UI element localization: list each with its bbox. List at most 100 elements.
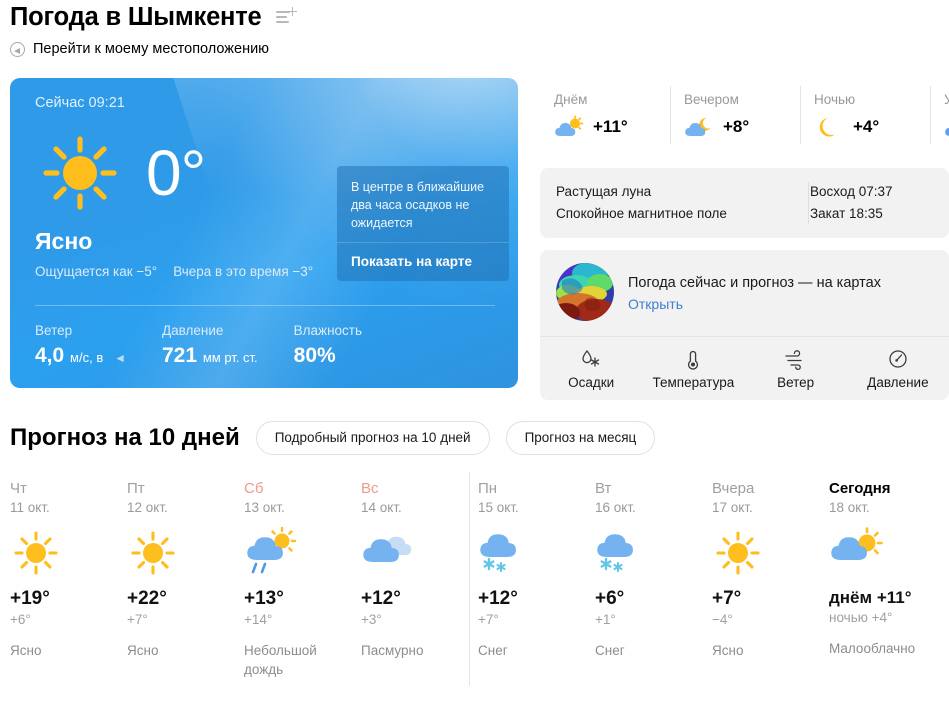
sun-icon [10, 524, 121, 582]
forecast-day-today[interactable]: Сегодня 18 окт. днём +11° ночью +4° Мало… [829, 480, 946, 679]
geolocation-link[interactable]: Перейти к моему местоположению [10, 41, 296, 57]
day-part-label: У [944, 92, 949, 107]
stat-wind-value: 4,0 м/с, в ◄ [35, 344, 126, 368]
day-part-label: Днём [554, 92, 588, 107]
current-time-label: Сейчас 09:21 [35, 95, 125, 111]
weather-page: Погода в Шымкенте Перейти к моему местоп… [0, 0, 949, 703]
forecast-day[interactable]: Пт 12 окт. +22° +7° Ясно [127, 480, 244, 679]
sun-cloud-rain-icon [244, 524, 355, 582]
day-temp-min: +14° [244, 612, 273, 627]
cloud-overcast-icon [361, 524, 472, 582]
day-part-day[interactable]: Днём +11° [540, 78, 670, 156]
day-part-temp: +8° [723, 117, 750, 136]
pressure-unit: мм рт. ст. [202, 350, 258, 365]
divider [808, 182, 809, 224]
day-condition: Пасмурно [361, 643, 424, 658]
forecast-title: Прогноз на 10 дней [10, 424, 240, 451]
day-temp-min: +6° [10, 612, 31, 627]
stat-wind-label: Ветер [35, 323, 73, 338]
day-temp-max: +19° [10, 588, 50, 609]
sun-behind-cloud-icon [554, 115, 584, 138]
day-of-week: Сегодня [829, 480, 891, 497]
day-temp-min: ночью +4° [829, 610, 893, 625]
day-date: 13 окт. [244, 500, 285, 515]
forecast-day[interactable]: Сб 13 окт. +13° +14° Небольшой дождь [244, 480, 361, 679]
list-add-icon[interactable] [275, 7, 297, 28]
day-condition: Небольшой дождь [244, 643, 317, 677]
forecast-days: Чт 11 окт. +19° +6° Ясно Пт 12 окт. +22°… [10, 472, 949, 686]
day-of-week: Пн [478, 480, 498, 497]
stat-pressure-value: 721 мм рт. ст. [162, 344, 258, 368]
detailed-forecast-button[interactable]: Подробный прогноз на 10 дней [255, 421, 490, 455]
forecast-day[interactable]: Вс 14 окт. +12° +3° Пасмурно [361, 480, 478, 679]
day-date: 17 окт. [712, 500, 753, 515]
map-layer-temperature[interactable]: Температура [642, 346, 744, 390]
page-title: Погода в Шымкенте [10, 3, 262, 31]
day-temp-min: +3° [361, 612, 382, 627]
day-condition: Малооблачно [829, 641, 916, 656]
yesterday-temp: Вчера в это время −3° [173, 264, 314, 279]
magnetic-field: Спокойное магнитное поле [556, 206, 727, 221]
wind-icon [745, 346, 847, 372]
forecast-day[interactable]: Чт 11 окт. +19° +6° Ясно [10, 480, 127, 679]
current-main-row: 0° [32, 125, 206, 221]
moon-phase: Растущая луна [556, 184, 652, 199]
maps-open-link[interactable]: Открыть [628, 296, 881, 312]
stat-humidity-label: Влажность [293, 323, 363, 338]
sunset-time: Закат 18:35 [810, 206, 883, 221]
day-condition: Ясно [127, 643, 159, 658]
feels-like: Ощущается как −5° [35, 264, 158, 279]
location-arrow-icon [10, 41, 25, 57]
month-forecast-button[interactable]: Прогноз на месяц [505, 421, 656, 455]
map-layer-label: Давление [867, 375, 929, 390]
map-layer-row: Осадки Температура Ветер Давление [540, 336, 949, 400]
precipitation-text: В центре в ближайшие два часа осадков не… [351, 180, 485, 230]
day-condition: Снег [478, 643, 508, 658]
day-temp-max: +6° [595, 588, 625, 609]
right-column: Днём +11° Вечером +8° Ночью +4° У Растущ… [540, 78, 949, 400]
day-of-week: Сб [244, 480, 264, 497]
moon-behind-cloud-icon [684, 116, 714, 138]
forecast-day[interactable]: Вт 16 окт. +6° +1° Снег [595, 480, 712, 679]
day-part-label: Вечером [684, 92, 739, 107]
map-layer-wind[interactable]: Ветер [745, 346, 847, 390]
sunrise-time: Восход 07:37 [810, 184, 893, 199]
day-temp-min: +1° [595, 612, 616, 627]
sun-behind-cloud-icon [829, 524, 940, 582]
wind-speed: 4,0 [35, 344, 65, 367]
precipitation-tooltip: В центре в ближайшие два часа осадков не… [337, 166, 509, 281]
day-part-temp: +4° [853, 117, 880, 136]
weather-globe-icon [556, 263, 614, 321]
maps-card-title: Погода сейчас и прогноз — на картах [628, 274, 881, 291]
humidity-value: 80% [293, 344, 336, 367]
forecast-day[interactable]: Вчера 17 окт. +7° −4° Ясно [712, 480, 829, 679]
map-layer-label: Ветер [777, 375, 815, 390]
day-of-week: Вчера [712, 480, 755, 497]
day-of-week: Вт [595, 480, 612, 497]
pressure-value: 721 [161, 344, 198, 367]
day-temp-max: +13° [244, 588, 284, 609]
day-temp-max: +22° [127, 588, 167, 609]
map-layer-pressure[interactable]: Давление [847, 346, 949, 390]
day-of-week: Вс [361, 480, 379, 497]
cloud-snow-icon [595, 524, 706, 582]
current-stats: Ветер 4,0 м/с, в ◄ Давление 721 мм рт. с… [35, 323, 398, 368]
day-date: 11 окт. [10, 500, 50, 515]
day-of-week: Пт [127, 480, 145, 497]
day-part-evening[interactable]: Вечером +8° [670, 78, 800, 156]
map-layer-label: Температура [652, 375, 735, 390]
day-part-night[interactable]: Ночью +4° [800, 78, 930, 156]
sun-icon [712, 524, 823, 582]
forecast-day[interactable]: Пн 15 окт. +12° +7° Снег [469, 472, 595, 686]
divider [35, 305, 495, 306]
map-layer-precipitation[interactable]: Осадки [540, 346, 642, 390]
day-temp-min: −4° [712, 612, 733, 627]
wind-direction-arrow: ◄ [114, 351, 126, 365]
show-on-map-button[interactable]: Показать на карте [337, 242, 509, 281]
sun-icon [127, 524, 238, 582]
day-part-temp: +11° [593, 117, 628, 136]
sun-icon [32, 125, 128, 221]
day-part-morning[interactable]: У [930, 78, 949, 156]
current-condition: Ясно [35, 228, 93, 254]
day-date: 15 окт. [478, 500, 519, 515]
